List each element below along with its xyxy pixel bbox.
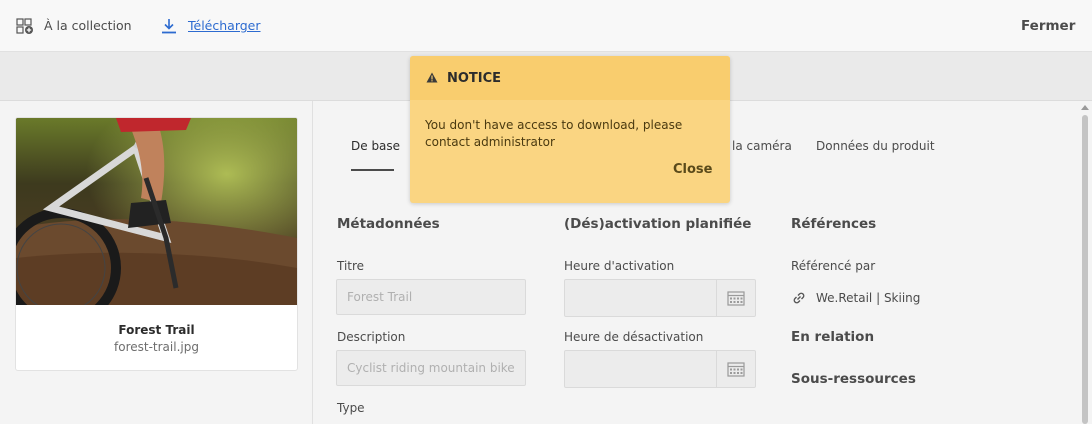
download-label: Télécharger xyxy=(188,18,261,33)
top-toolbar: À la collection Télécharger Fermer xyxy=(0,0,1092,52)
tab-camera[interactable]: la caméra xyxy=(732,139,792,153)
referenced-by-label: Référencé par xyxy=(791,259,876,273)
tab-product-data[interactable]: Données du produit xyxy=(816,139,935,153)
calendar-icon xyxy=(727,291,745,306)
asset-filename: forest-trail.jpg xyxy=(114,340,199,354)
add-to-collection-button[interactable]: À la collection xyxy=(16,0,132,51)
notice-close-button[interactable]: Close xyxy=(673,162,712,177)
scroll-thumb[interactable] xyxy=(1082,115,1088,424)
asset-preview-panel: Forest Trail forest-trail.jpg xyxy=(0,101,313,424)
title-label: Titre xyxy=(337,259,365,273)
asset-thumbnail xyxy=(16,118,297,305)
link-icon xyxy=(793,292,805,304)
asset-card[interactable]: Forest Trail forest-trail.jpg xyxy=(15,117,298,371)
scroll-up-arrow[interactable] xyxy=(1081,105,1089,110)
calendar-icon xyxy=(727,362,745,377)
asset-title: Forest Trail xyxy=(118,323,195,337)
close-button[interactable]: Fermer xyxy=(1021,0,1075,51)
warning-icon xyxy=(426,72,438,83)
title-input[interactable] xyxy=(336,279,526,315)
on-time-field[interactable] xyxy=(564,279,756,317)
reference-link[interactable]: We.Retail | Skiing xyxy=(792,291,920,305)
description-label: Description xyxy=(337,330,406,344)
on-time-calendar-button[interactable] xyxy=(716,280,755,316)
add-to-collection-label: À la collection xyxy=(44,18,132,33)
notice-dialog: NOTICE You don't have access to download… xyxy=(410,56,730,203)
collection-add-icon xyxy=(16,17,33,34)
off-time-calendar-button[interactable] xyxy=(716,351,755,387)
off-time-label: Heure de désactivation xyxy=(564,330,704,344)
notice-title: NOTICE xyxy=(447,71,502,86)
metadata-heading: Métadonnées xyxy=(337,216,440,232)
references-heading: Références xyxy=(791,216,877,232)
download-button[interactable]: Télécharger xyxy=(160,0,261,51)
off-time-field[interactable] xyxy=(564,350,756,388)
reference-link-label: We.Retail | Skiing xyxy=(816,291,921,305)
download-icon xyxy=(162,18,176,33)
vertical-scrollbar[interactable] xyxy=(1078,101,1092,424)
type-label: Type xyxy=(337,401,365,415)
notice-message: You don't have access to download, pleas… xyxy=(425,118,683,149)
related-heading: En relation xyxy=(791,329,875,345)
description-input[interactable] xyxy=(336,350,526,386)
tab-basic[interactable]: De base xyxy=(351,139,400,153)
subassets-heading: Sous-ressources xyxy=(791,371,916,387)
scheduling-heading: (Dés)activation planifiée xyxy=(564,216,752,232)
on-time-label: Heure d'activation xyxy=(564,259,675,273)
active-tab-indicator xyxy=(351,169,394,171)
